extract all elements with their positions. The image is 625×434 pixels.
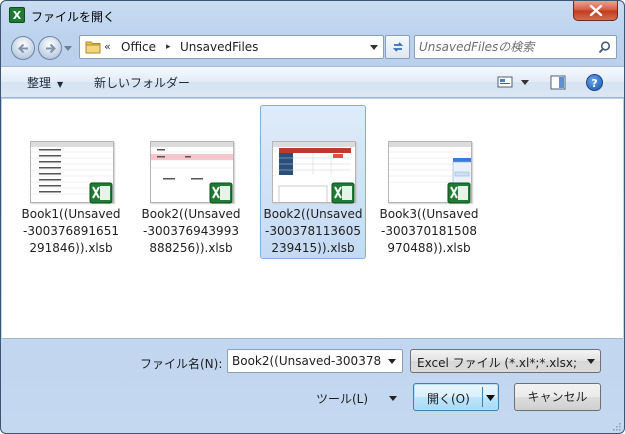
search-icon[interactable] <box>598 41 611 54</box>
change-view-icon[interactable] <box>497 75 513 89</box>
open-options-chevron-down-icon[interactable] <box>486 395 495 401</box>
search-box[interactable] <box>414 35 617 59</box>
resize-grip-icon[interactable] <box>611 421 621 431</box>
excel-app-icon: X <box>9 7 25 23</box>
close-button[interactable] <box>573 1 618 21</box>
file-list-pane: Book1((Unsaved-300376891651291846)).xlsb <box>2 99 623 339</box>
back-arrow-icon <box>18 43 28 54</box>
organize-button[interactable]: 整理 ▼ <box>27 74 63 91</box>
help-icon[interactable]: ? <box>586 74 603 91</box>
breadcrumb-separator-icon[interactable]: ▸ <box>166 42 171 52</box>
file-type-value: Excel ファイル (*.xl*;*.xlsx; <box>417 356 578 370</box>
excel-file-icon <box>209 182 233 204</box>
preview-pane-icon[interactable] <box>550 75 566 90</box>
address-bar[interactable]: « Office ▸ UnsavedFiles <box>79 35 384 59</box>
breadcrumb-office[interactable]: Office <box>121 40 156 54</box>
organize-chevron-down-icon: ▼ <box>57 80 64 89</box>
window-title: ファイルを開く <box>31 10 116 24</box>
file-name-label: Book2((Unsaved-300378113605239415)).xlsb <box>263 207 363 255</box>
open-button[interactable]: 開く(O) <box>413 383 499 411</box>
view-options-chevron-down-icon[interactable] <box>521 80 529 85</box>
file-item-book3[interactable]: Book3((Unsaved-300370181508970488)).xlsb <box>376 105 482 259</box>
open-button-label: 開く(O) <box>427 392 470 406</box>
refresh-button[interactable] <box>385 35 410 59</box>
organize-label: 整理 <box>27 76 52 90</box>
command-toolbar: 整理 ▼ 新しいフォルダー ? <box>1 66 624 98</box>
back-button[interactable] <box>11 36 35 60</box>
tools-menu-button[interactable]: ツール(L) <box>316 390 368 407</box>
forward-arrow-icon <box>46 43 56 54</box>
open-file-dialog: X ファイルを開く « Office ▸ UnsavedFiles Unsave… <box>0 0 625 434</box>
excel-file-icon <box>331 182 355 204</box>
breadcrumb-unsavedfiles[interactable]: UnsavedFiles <box>180 40 258 54</box>
tools-chevron-down-icon[interactable] <box>389 396 397 401</box>
file-name-label: Book1((Unsaved-300376891651291846)).xlsb <box>21 207 121 255</box>
file-name-combobox[interactable] <box>227 349 403 373</box>
folder-icon <box>85 41 101 54</box>
file-type-chevron-down-icon <box>587 359 595 364</box>
excel-file-icon <box>89 182 113 204</box>
close-icon <box>589 5 603 16</box>
file-type-select[interactable]: Excel ファイル (*.xl*;*.xlsx; <box>410 349 601 373</box>
refresh-icon <box>392 42 404 52</box>
excel-file-icon <box>447 182 471 204</box>
open-button-divider <box>482 387 483 407</box>
search-input[interactable] <box>419 39 589 55</box>
forward-button[interactable] <box>38 36 62 60</box>
file-name-chevron-down-icon[interactable] <box>388 359 396 364</box>
recent-pages-chevron-down-icon[interactable] <box>64 46 72 51</box>
cancel-button[interactable]: キャンセル <box>514 383 601 411</box>
address-history-chevron-down-icon[interactable] <box>370 45 378 50</box>
file-name-label: Book2((Unsaved-300376943993888256)).xlsb <box>141 207 241 255</box>
file-name-label: Book3((Unsaved-300370181508970488)).xlsb <box>379 207 479 255</box>
file-name-input[interactable] <box>232 353 382 369</box>
file-item-book1[interactable]: Book1((Unsaved-300376891651291846)).xlsb <box>18 105 124 259</box>
new-folder-button[interactable]: 新しいフォルダー <box>94 74 190 91</box>
title-bar: X ファイルを開く <box>1 1 624 31</box>
file-item-book2-b[interactable]: Book2((Unsaved-300378113605239415)).xlsb <box>260 105 366 259</box>
file-name-label: ファイル名(N): <box>140 357 223 371</box>
file-item-book2-a[interactable]: Book2((Unsaved-300376943993888256)).xlsb <box>138 105 244 259</box>
address-overflow-chevrons[interactable]: « <box>104 40 111 53</box>
